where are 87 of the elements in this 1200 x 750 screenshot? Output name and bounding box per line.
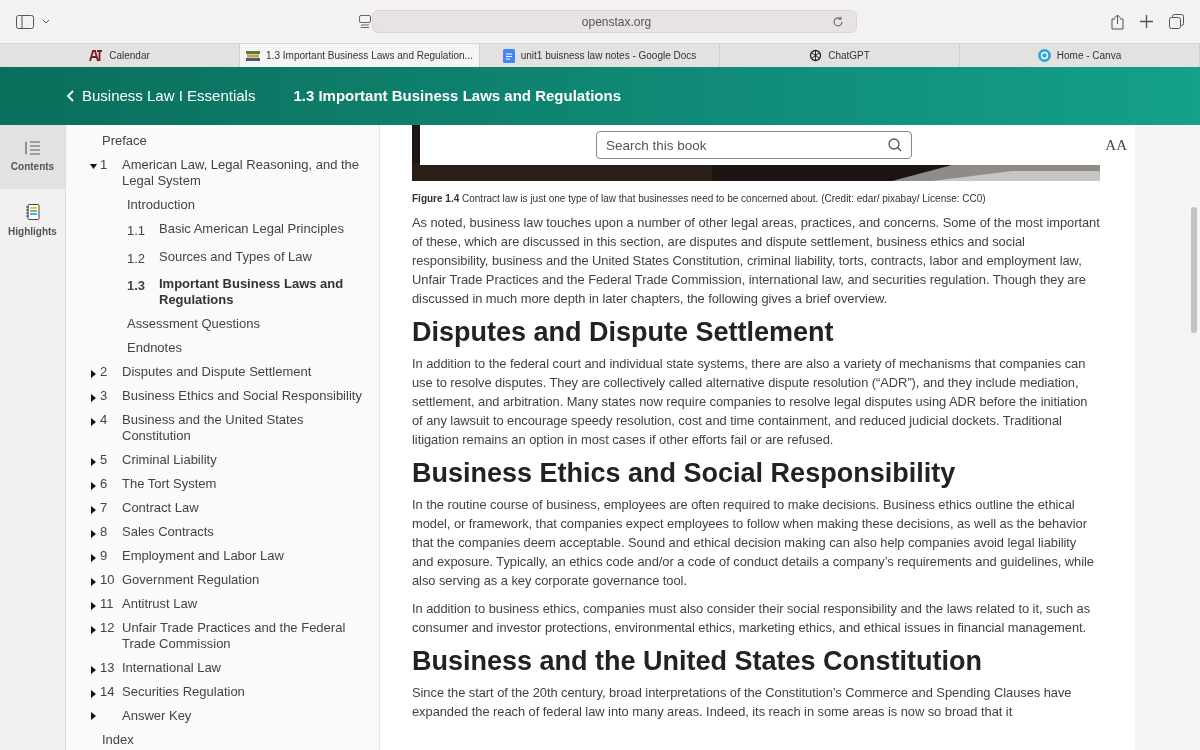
toc-link[interactable]: American Law, Legal Reasoning, and the Legal System: [122, 157, 379, 189]
paragraph: In addition to the federal court and individual state systems, there are also a variety of mechanisms that companies can use to resolve disputes. They are collectively called alternative dispute resolution (“ADR”), and they include mediation, settlement, and arbitration. Many states now require companies to resolve legal disputes using ADR before the initiation of any lawsuit to encourage speedy resolution, cost and time containment, and reduced judicial dockets. Traditional litigation remains an option in most cases if other efforts fail or are refused.: [412, 355, 1089, 449]
rail-tab[interactable]: Contents: [0, 125, 65, 189]
chapter-number: 11: [100, 596, 114, 612]
toc-link[interactable]: Criminal Liability: [122, 452, 225, 468]
toc-link[interactable]: Preface: [102, 133, 147, 149]
toc-link[interactable]: Securities Regulation: [122, 684, 253, 700]
sidebar-toggle-icon[interactable]: [16, 14, 34, 29]
section-heading: Business Ethics and Social Responsibility: [412, 458, 957, 488]
plus-icon[interactable]: [1140, 15, 1153, 28]
section-number: 1.3: [127, 277, 147, 295]
toc-link[interactable]: Unfair Trade Practices and the Federal Trade Commission: [122, 620, 379, 652]
section-number: 1.1: [127, 222, 147, 240]
address-bar[interactable]: openstax.org: [372, 10, 857, 33]
tabs-overview-icon[interactable]: [1169, 14, 1184, 29]
caret-icon[interactable]: [90, 482, 97, 490]
toc-link[interactable]: Endnotes: [127, 340, 182, 356]
notebook-icon: [25, 203, 40, 220]
caret-icon[interactable]: [90, 370, 97, 378]
toc-link[interactable]: The Tort System: [122, 476, 225, 492]
paragraph: Since the start of the 20th century, broad interpretations of the Constitution’s Commerce and Spending Clauses have expanded the reach of federal law into many areas. Indeed, its reach in some areas is now so broad that it: [412, 684, 1073, 721]
reader-icon[interactable]: [359, 14, 371, 29]
search-field[interactable]: Search this book: [596, 131, 912, 159]
toc-link[interactable]: Sources and Types of Law: [159, 248, 312, 268]
toc-link[interactable]: Employment and Labor Law: [122, 548, 292, 564]
caret-icon[interactable]: [90, 626, 97, 634]
chapter-number: 4: [100, 412, 108, 428]
share-icon[interactable]: [1111, 13, 1124, 30]
chapter-number: 2: [100, 364, 108, 380]
toc-link[interactable]: Introduction: [127, 197, 195, 213]
chapter-number: 13: [100, 660, 115, 676]
toc-link[interactable]: International Law: [122, 660, 229, 676]
paragraph: In addition to business ethics, companies must also consider their social responsibility and the laws related to it, such as consumer and investor protections, environmental ethics, marketing ethics, and ethical issues in financial management.: [412, 600, 1092, 637]
chapter-number: 14: [100, 684, 115, 700]
caret-icon[interactable]: [90, 690, 97, 698]
chapter-number: 9: [100, 548, 108, 564]
back-link[interactable]: Business Law I Essentials: [66, 84, 256, 108]
chapter-number: 5: [100, 452, 108, 468]
toc-link[interactable]: Business Ethics and Social Responsibility: [122, 388, 370, 404]
scrollbar-thumb[interactable]: [1191, 207, 1197, 333]
caret-icon[interactable]: [90, 602, 97, 610]
figure-caption: Figure 1.4 Contract law is just one type of law that businesses need to be concerned about. (Credit: edar/ pixabay/ License: CC0): [412, 192, 987, 206]
chapter-number: 10: [100, 572, 115, 588]
section-heading: Disputes and Dispute Settlement: [412, 317, 835, 347]
chevron-down-icon[interactable]: [42, 19, 50, 24]
chapter-number: 12: [100, 620, 115, 636]
chapter-number: 6: [100, 476, 108, 492]
caret-icon[interactable]: [90, 554, 97, 562]
chevron-left-icon: [66, 90, 74, 102]
toc-link[interactable]: Index: [102, 732, 134, 748]
toc-link[interactable]: Assessment Questions: [127, 316, 260, 332]
section-heading: Business and the United States Constitution: [412, 646, 984, 676]
toc-link[interactable]: Important Business Laws and Regulations: [159, 276, 371, 308]
books-icon: [246, 50, 261, 61]
chapter-number: 1: [100, 157, 108, 173]
caret-icon[interactable]: [90, 163, 97, 171]
toc-link[interactable]: Antitrust Law: [122, 596, 206, 612]
paragraph: As noted, business law touches upon a number of other legal areas, practices, and concerns. Some of the most important of these, which are discussed in this section, are disputes and dispute settlement, business ethics and social responsibility, business and the United States Constitution, criminal liability, torts, contracts, labor and employment law, Unfair Trade Practices and the Federal Trade Commission, international law, and securities regulation. Though they are discussed in much more depth in later chapters, the following gives a brief overview.: [412, 214, 1100, 308]
toc-link[interactable]: Business and the United States Constitution: [122, 412, 379, 444]
chapter-number: 3: [100, 388, 108, 404]
logo-icon: [89, 49, 104, 62]
toc-link[interactable]: Government Regulation: [122, 572, 268, 588]
paragraph: In the routine course of business, employees are often required to make decisions. Business ethics outline the ethical model, or framework, that companies expect employees to follow when making these decisions, as well as the behavior that the companies deem acceptable. Sound and ethical decision making can also help companies avoid legal liability and exposure. Typically, an ethics code and/or a code of conduct details a company’s requirements and guidelines, while also serving as a key corporate governance tool.: [412, 496, 1095, 590]
document-icon: [502, 48, 515, 63]
reload-icon[interactable]: [832, 15, 844, 28]
toc-link[interactable]: Answer Key: [122, 708, 200, 724]
section-number: 1.2: [127, 249, 147, 268]
browser-tab[interactable]: 1.3 Important Business Laws and Regulation...: [240, 44, 480, 67]
caret-icon[interactable]: [90, 506, 97, 514]
page-title: 1.3 Important Business Laws and Regulations: [293, 85, 621, 106]
caret-icon[interactable]: [90, 666, 97, 674]
toc-link[interactable]: Disputes and Dispute Settlement: [122, 364, 320, 380]
list-icon: [24, 140, 41, 155]
caret-icon[interactable]: [90, 578, 97, 586]
text-size-button[interactable]: AA: [1105, 133, 1127, 157]
caret-icon[interactable]: [90, 530, 97, 538]
caret-icon[interactable]: [90, 418, 97, 426]
toc-link[interactable]: Contract Law: [122, 500, 207, 516]
toc-link[interactable]: Sales Contracts: [122, 524, 222, 540]
circle-logo-icon: [1037, 49, 1051, 62]
chapter-number: 7: [100, 500, 108, 516]
chapter-number: 8: [100, 524, 108, 540]
search-icon[interactable]: [888, 138, 902, 152]
caret-icon[interactable]: [90, 394, 97, 402]
toc-link[interactable]: Basic American Legal Principles: [159, 221, 344, 241]
caret-icon[interactable]: [90, 712, 97, 720]
caret-icon[interactable]: [90, 458, 97, 466]
